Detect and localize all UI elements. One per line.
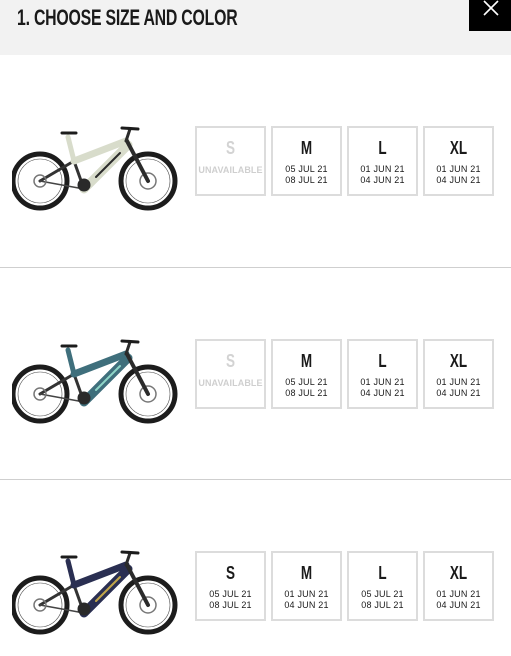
delivery-date-to: 04 JUN 21 <box>360 388 405 398</box>
size-label: L <box>378 138 387 158</box>
size-option-l[interactable]: L 01 JUN 21 04 JUN 21 <box>347 126 418 196</box>
bike-image[interactable] <box>12 332 178 428</box>
modal-header: 1. CHOOSE SIZE AND COLOR <box>0 0 511 55</box>
size-label: XL <box>449 563 468 583</box>
bike-image[interactable] <box>12 119 178 215</box>
delivery-date-to: 04 JUN 21 <box>436 175 481 185</box>
size-option-l[interactable]: L 01 JUN 21 04 JUN 21 <box>347 339 418 409</box>
size-label: S <box>225 351 235 371</box>
size-option-s: S UNAVAILABLE <box>195 126 266 196</box>
delivery-date-from: 01 JUN 21 <box>436 164 481 174</box>
size-selector: S 05 JUL 21 08 JUL 21 M 01 JUN 21 04 JUN… <box>195 551 495 621</box>
color-option-1: S UNAVAILABLE M 05 JUL 21 08 JUL 21 L 01… <box>0 55 511 267</box>
size-option-l[interactable]: L 05 JUL 21 08 JUL 21 <box>347 551 418 621</box>
color-option-2: S UNAVAILABLE M 05 JUL 21 08 JUL 21 L 01… <box>0 267 511 479</box>
delivery-date-from: 01 JUN 21 <box>360 164 405 174</box>
close-button[interactable] <box>469 0 511 31</box>
delivery-date-to: 04 JUN 21 <box>284 600 329 610</box>
size-option-m[interactable]: M 05 JUL 21 08 JUL 21 <box>271 339 342 409</box>
size-selector: S UNAVAILABLE M 05 JUL 21 08 JUL 21 L 01… <box>195 339 495 409</box>
delivery-date-from: 01 JUN 21 <box>436 589 481 599</box>
size-label: XL <box>449 351 468 371</box>
delivery-date-to: 04 JUN 21 <box>436 388 481 398</box>
delivery-date-to: 04 JUN 21 <box>360 175 405 185</box>
delivery-date-from: 01 JUN 21 <box>360 377 405 387</box>
delivery-date-to: 08 JUL 21 <box>285 175 328 185</box>
delivery-date-from: 05 JUL 21 <box>285 377 328 387</box>
size-option-xl[interactable]: XL 01 JUN 21 04 JUN 21 <box>423 551 494 621</box>
size-label: XL <box>449 138 468 158</box>
size-option-m[interactable]: M 05 JUL 21 08 JUL 21 <box>271 126 342 196</box>
size-option-xl[interactable]: XL 01 JUN 21 04 JUN 21 <box>423 339 494 409</box>
unavailable-label: UNAVAILABLE <box>198 165 263 175</box>
delivery-date-to: 08 JUL 21 <box>361 600 404 610</box>
delivery-date-to: 04 JUN 21 <box>436 600 481 610</box>
size-option-m[interactable]: M 01 JUN 21 04 JUN 21 <box>271 551 342 621</box>
page-title: 1. CHOOSE SIZE AND COLOR <box>17 5 238 30</box>
size-selector: S UNAVAILABLE M 05 JUL 21 08 JUL 21 L 01… <box>195 126 495 196</box>
size-option-s: S UNAVAILABLE <box>195 339 266 409</box>
size-option-s[interactable]: S 05 JUL 21 08 JUL 21 <box>195 551 266 621</box>
delivery-date-to: 08 JUL 21 <box>209 600 252 610</box>
delivery-date-from: 05 JUL 21 <box>285 164 328 174</box>
size-label: L <box>378 563 387 583</box>
delivery-date-from: 05 JUL 21 <box>361 589 404 599</box>
delivery-date-from: 01 JUN 21 <box>284 589 329 599</box>
size-label: M <box>300 563 313 583</box>
size-label: M <box>300 138 313 158</box>
size-option-xl[interactable]: XL 01 JUN 21 04 JUN 21 <box>423 126 494 196</box>
delivery-date-from: 05 JUL 21 <box>209 589 252 599</box>
close-icon <box>483 0 499 16</box>
size-label: L <box>378 351 387 371</box>
delivery-date-to: 08 JUL 21 <box>285 388 328 398</box>
color-option-3: S 05 JUL 21 08 JUL 21 M 01 JUN 21 04 JUN… <box>0 479 511 656</box>
size-label: S <box>225 138 235 158</box>
bike-image[interactable] <box>12 543 178 639</box>
size-label: S <box>225 563 235 583</box>
delivery-date-from: 01 JUN 21 <box>436 377 481 387</box>
unavailable-label: UNAVAILABLE <box>198 378 263 388</box>
size-label: M <box>300 351 313 371</box>
